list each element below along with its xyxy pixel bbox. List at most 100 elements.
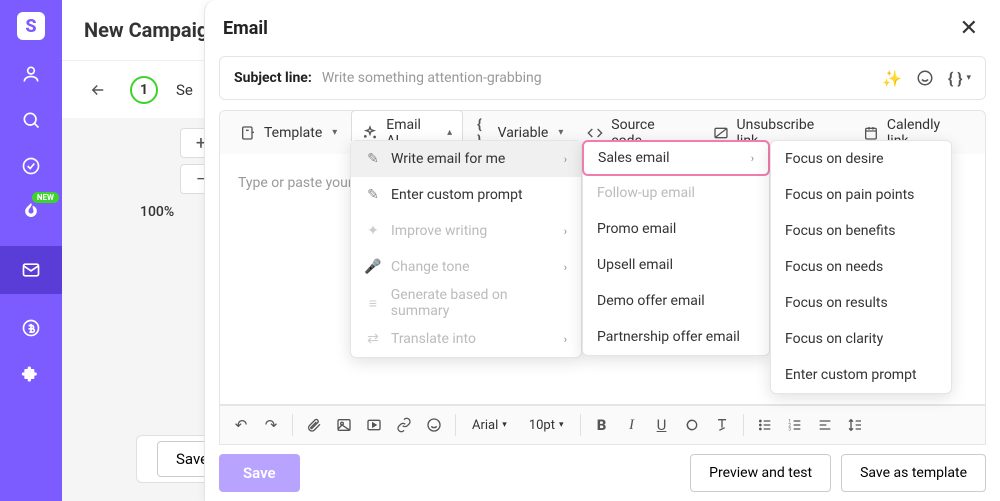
menu-item-label: Enter custom prompt [785,367,917,383]
line-height-icon[interactable] [844,414,866,436]
chevron-right-icon: › [564,153,567,166]
fire-icon[interactable]: NEW [19,200,43,224]
save-email-button[interactable]: Save [219,454,300,492]
variable-dropdown-icon[interactable]: { }▾ [948,69,971,88]
menu-item-label: Upsell email [597,257,673,273]
menu-item-label: Focus on needs [785,259,883,275]
mail-icon[interactable] [0,246,62,294]
menu-item-label: Focus on desire [785,151,884,167]
font-size-select[interactable]: 10pt ▾ [523,416,570,435]
write-email-submenu: Sales email › Follow-up email Promo email Up… [582,140,770,356]
svg-text:3: 3 [788,426,791,432]
template-button[interactable]: Template▾ [230,119,347,147]
menu-item: ⇄ Translate into › [351,321,581,357]
menu-item[interactable]: Focus on pain points [771,177,951,213]
menu-item[interactable]: Focus on needs [771,249,951,285]
search-icon[interactable] [19,108,43,132]
menu-item: 🎤 Change tone › [351,249,581,285]
app-sidebar: S NEW [0,0,62,501]
menu-item: Follow-up email [583,175,769,211]
menu-item-label: Change tone [391,259,470,275]
menu-item-label: Translate into [391,331,476,347]
menu-item-label: Focus on results [785,295,888,311]
attachment-icon[interactable] [303,414,325,436]
step-label: Se [176,81,193,99]
menu-item-icon: ✎ [365,151,381,167]
subject-line-field[interactable]: Subject line: Write something attention-… [219,56,986,100]
menu-item[interactable]: ✎ Enter custom prompt [351,177,581,213]
menu-item-label: Promo email [597,221,676,237]
undo-icon[interactable]: ↶ [230,414,252,436]
modal-title: Email [223,18,268,39]
menu-item-icon: 🎤 [365,259,381,275]
link-icon[interactable] [393,414,415,436]
step-indicator: 1 [130,76,158,104]
font-select[interactable]: Arial ▾ [466,416,513,435]
underline-icon[interactable]: U [651,414,673,436]
menu-item-label: Demo offer email [597,293,705,309]
subject-label: Subject line: [234,70,312,86]
puzzle-icon[interactable] [19,362,43,386]
magic-wand-icon[interactable]: ✨ [882,69,902,88]
menu-item[interactable]: Focus on benefits [771,213,951,249]
editor-placeholder: Type or paste your [238,175,353,191]
video-icon[interactable] [363,414,385,436]
menu-item-label: Improve writing [391,223,487,239]
sales-email-submenu: Focus on desire Focus on pain points Focus… [770,140,952,394]
menu-item-label: Focus on benefits [785,223,896,239]
menu-item[interactable]: Focus on desire [771,141,951,177]
menu-item-label: Focus on clarity [785,331,883,347]
page-title: New Campaign [84,18,220,42]
formatting-toolbar: ↶ ↷ Arial ▾ 10pt ▾ B I [219,405,986,445]
menu-item[interactable]: Upsell email [583,247,769,283]
preview-test-button[interactable]: Preview and test [690,454,831,492]
menu-item-icon: ≡ [365,295,381,312]
menu-item: ✦ Improve writing › [351,213,581,249]
menu-item[interactable]: Enter custom prompt [771,357,951,393]
chevron-right-icon: › [751,152,754,165]
close-button[interactable]: ✕ [956,12,982,45]
bold-icon[interactable]: B [591,414,613,436]
menu-item-label: Generate based on summary [391,287,567,319]
menu-item-label: Follow-up email [597,185,695,201]
menu-item[interactable]: Focus on clarity [771,321,951,357]
italic-icon[interactable]: I [621,414,643,436]
save-as-template-button[interactable]: Save as template [841,454,986,492]
user-icon[interactable] [19,62,43,86]
menu-item-icon: ✎ [365,187,381,203]
menu-item[interactable]: Demo offer email [583,283,769,319]
menu-item-label: Enter custom prompt [391,187,523,203]
align-icon[interactable] [814,414,836,436]
email-ai-menu: ✎ Write email for me › ✎ Enter custom prompt… [350,140,582,358]
menu-item-label: Focus on pain points [785,187,914,203]
menu-item-icon: ✦ [365,223,381,239]
image-icon[interactable] [333,414,355,436]
chevron-right-icon: › [564,261,567,274]
new-badge: NEW [32,192,59,203]
menu-item[interactable]: Focus on results [771,285,951,321]
numbered-list-icon[interactable]: 123 [784,414,806,436]
clear-format-icon[interactable] [711,414,733,436]
chevron-right-icon: › [564,225,567,238]
app-logo[interactable]: S [17,12,45,40]
menu-item[interactable]: Partnership offer email [583,319,769,355]
check-icon[interactable] [19,154,43,178]
menu-item-icon: ⇄ [365,331,381,347]
menu-item-label: Write email for me [391,151,505,167]
dollar-icon[interactable] [19,316,43,340]
menu-item[interactable]: Sales email › [582,140,770,176]
back-button[interactable] [84,76,112,104]
subject-placeholder: Write something attention-grabbing [322,70,872,86]
zoom-level: 100% [140,204,174,220]
menu-item[interactable]: ✎ Write email for me › [351,141,581,177]
redo-icon[interactable]: ↷ [260,414,282,436]
chevron-right-icon: › [564,333,567,346]
menu-item: ≡ Generate based on summary [351,285,581,321]
menu-item-label: Partnership offer email [597,329,740,345]
text-color-icon[interactable] [681,414,703,436]
menu-item-label: Sales email [598,150,670,166]
bullet-list-icon[interactable] [754,414,776,436]
emoji-picker-icon[interactable] [423,414,445,436]
emoji-icon[interactable] [916,69,934,87]
menu-item[interactable]: Promo email [583,211,769,247]
